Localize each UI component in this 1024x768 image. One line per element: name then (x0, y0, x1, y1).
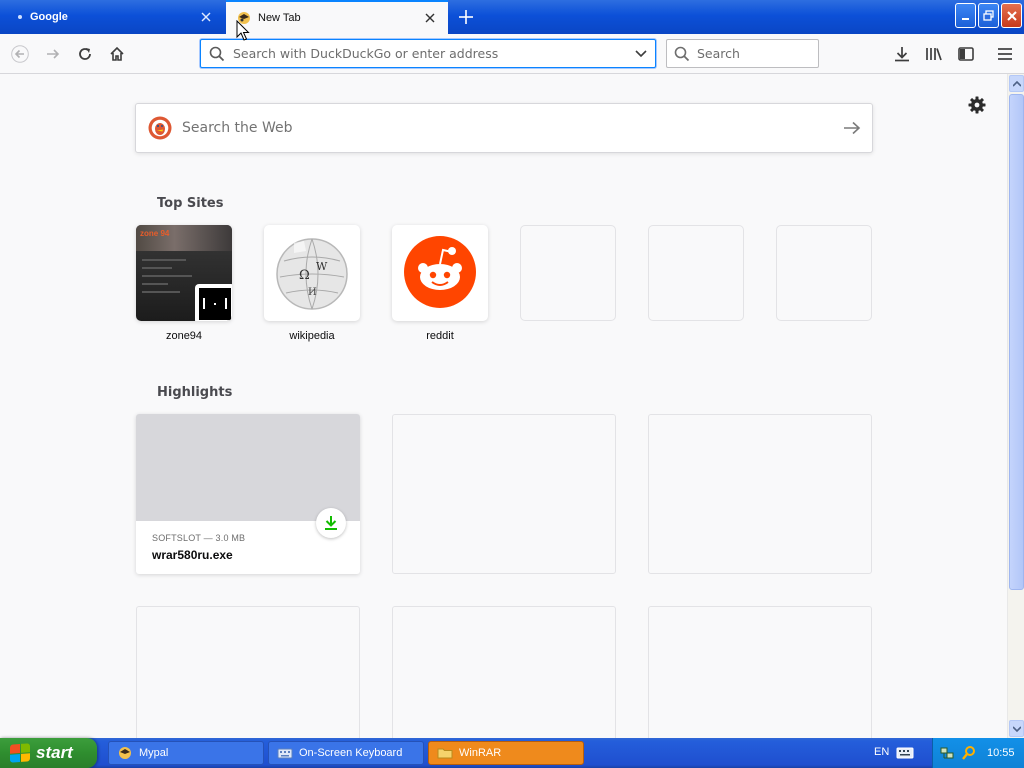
site-thumbnail (392, 225, 488, 321)
site-label: reddit (426, 330, 454, 342)
tab-google[interactable]: Google (0, 0, 224, 34)
tab-label: New Tab (258, 12, 301, 24)
downloads-icon[interactable] (890, 42, 914, 66)
svg-text:Ω: Ω (299, 268, 310, 283)
scroll-up-icon[interactable] (1009, 75, 1024, 92)
site-label: zone94 (165, 330, 203, 342)
empty-tile (776, 225, 872, 321)
tab-strip: Google New Tab (0, 0, 1024, 34)
taskbar-item-winrar[interactable]: WinRAR (428, 741, 584, 765)
reload-icon[interactable] (73, 42, 97, 66)
keyboard-icon (277, 748, 293, 759)
back-arrow-icon[interactable] (8, 42, 32, 66)
search-icon (667, 46, 697, 62)
svg-text:И: И (308, 287, 317, 298)
search-bar[interactable] (666, 39, 819, 68)
url-bar[interactable] (200, 39, 656, 68)
duckduckgo-logo-icon (148, 116, 172, 140)
chevron-down-icon[interactable] (627, 49, 655, 58)
web-search-box[interactable] (135, 103, 873, 153)
search-input[interactable] (697, 46, 818, 61)
top-site-empty (776, 225, 872, 321)
forward-arrow-icon[interactable] (41, 42, 65, 66)
web-search-input[interactable] (182, 120, 832, 136)
task-label: On-Screen Keyboard (299, 747, 403, 759)
language-indicator[interactable]: EN (874, 746, 889, 758)
minimize-button[interactable] (955, 3, 976, 28)
search-tray-icon[interactable] (961, 745, 977, 761)
start-button[interactable]: start (0, 738, 97, 768)
gear-icon[interactable] (966, 94, 988, 116)
highlight-filename: wrar580ru.exe (152, 548, 233, 562)
top-site-reddit[interactable]: reddit (392, 225, 488, 342)
tab-new-tab[interactable]: New Tab (226, 0, 448, 34)
home-icon[interactable] (105, 42, 129, 66)
scroll-down-icon[interactable] (1009, 720, 1024, 737)
top-site-zone94[interactable]: zone 94 zone94 (136, 225, 232, 342)
network-icon[interactable] (939, 745, 955, 761)
highlight-thumbnail (136, 414, 360, 521)
highlight-empty (136, 606, 360, 738)
highlight-empty (392, 606, 616, 738)
taskbar: start Mypal On-Screen Keyboard WinRAR EN… (0, 738, 1024, 768)
library-icon[interactable] (922, 42, 946, 66)
taskbar-item-mypal[interactable]: Mypal (108, 741, 264, 765)
close-tab-icon[interactable] (422, 10, 438, 26)
highlight-meta: SOFTSLOT — 3.0 MB (152, 533, 246, 543)
navigation-toolbar (0, 34, 1024, 74)
task-label: WinRAR (459, 747, 502, 759)
site-thumbnail: Ω W И (264, 225, 360, 321)
highlight-empty (392, 414, 616, 574)
zone94-favicon-icon (195, 284, 232, 321)
download-icon (316, 508, 346, 538)
highlight-card-download[interactable]: SOFTSLOT — 3.0 MB wrar580ru.exe (136, 414, 360, 574)
scrollbar-thumb[interactable] (1009, 94, 1024, 590)
keyboard-layout-icon[interactable] (896, 746, 914, 760)
tab-label: Google (30, 11, 68, 23)
sidebar-icon[interactable] (954, 42, 978, 66)
restore-button[interactable] (978, 3, 999, 28)
new-tab-plus-icon[interactable] (454, 6, 478, 28)
vertical-scrollbar[interactable] (1007, 74, 1024, 738)
highlight-empty (648, 606, 872, 738)
empty-tile (520, 225, 616, 321)
url-input[interactable] (233, 46, 627, 61)
empty-tile (648, 225, 744, 321)
windows-flag-icon (10, 743, 30, 763)
mypal-icon (119, 747, 131, 759)
task-label: Mypal (139, 747, 169, 759)
new-tab-page: Top Sites zone 94 zone94 (0, 74, 1007, 738)
highlights-heading: Highlights (157, 385, 233, 400)
reddit-logo-icon (404, 236, 476, 308)
search-icon (201, 46, 233, 62)
mouse-cursor-icon (236, 20, 250, 41)
highlight-empty (648, 414, 872, 574)
start-label: start (36, 743, 73, 762)
loading-dot-icon (18, 15, 22, 19)
top-site-empty (520, 225, 616, 321)
site-thumbnail: zone 94 (136, 225, 232, 321)
top-site-empty (648, 225, 744, 321)
system-tray: 10:55 (932, 738, 1024, 768)
top-site-wikipedia[interactable]: Ω W И wikipedia (264, 225, 360, 342)
site-label: wikipedia (289, 330, 335, 342)
arrow-right-icon[interactable] (832, 121, 872, 135)
close-tab-icon[interactable] (198, 9, 214, 25)
top-sites-heading: Top Sites (157, 196, 224, 211)
taskbar-item-on-screen-keyboard[interactable]: On-Screen Keyboard (268, 741, 424, 765)
folder-icon (437, 748, 453, 759)
menu-hamburger-icon[interactable] (993, 42, 1017, 66)
clock: 10:55 (987, 747, 1015, 759)
close-window-button[interactable] (1001, 3, 1022, 28)
svg-text:W: W (316, 260, 328, 273)
wikipedia-globe-icon: Ω W И (276, 238, 348, 310)
